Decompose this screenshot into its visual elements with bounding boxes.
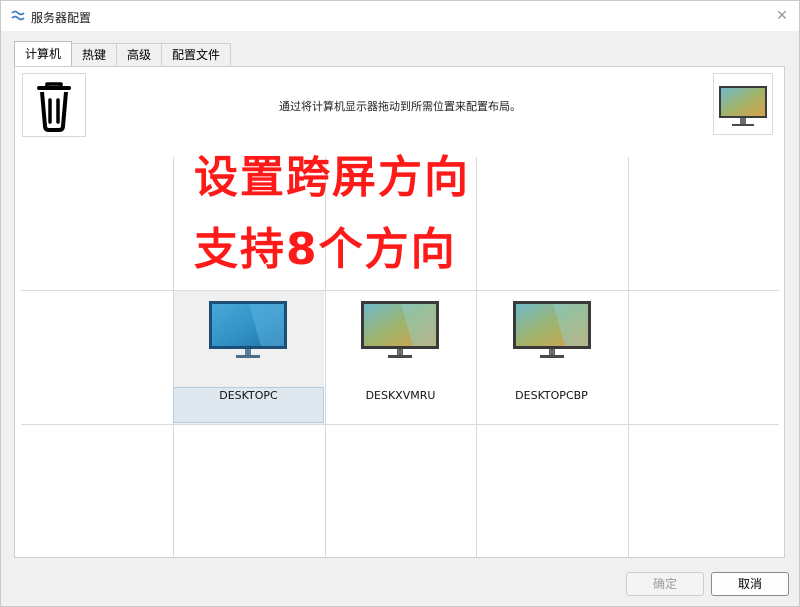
screen-label: DESKXVMRU	[365, 389, 436, 402]
close-icon: ✕	[776, 8, 788, 24]
screen-desktopc[interactable]	[209, 301, 287, 361]
monitor-icon	[209, 301, 287, 358]
monitor-icon	[361, 301, 439, 358]
grid-line	[628, 157, 629, 557]
tab-computer[interactable]: 计算机	[14, 41, 73, 66]
close-button[interactable]: ✕	[773, 7, 791, 25]
promo-overlay-line2: 支持8个方向	[194, 224, 457, 275]
tab-bar: 计算机 热键 高级 配置文件	[14, 41, 232, 67]
grid-line	[173, 157, 174, 557]
screen-label: DESKTOPCBP	[515, 389, 588, 402]
window-title: 服务器配置	[31, 11, 92, 25]
layout-header: 通过将计算机显示器拖动到所需位置来配置布局。	[21, 67, 779, 139]
computer-tab-panel: 通过将计算机显示器拖动到所需位置来配置布局。 DESKTOPC DESKXVMR…	[14, 66, 785, 558]
tab-advanced[interactable]: 高级	[116, 43, 163, 65]
monitor-icon[interactable]	[714, 74, 772, 134]
screen-desktopcbp[interactable]	[513, 301, 591, 361]
app-waves-icon	[11, 10, 25, 21]
monitor-icon	[513, 301, 591, 358]
server-config-window: 服务器配置 ✕ 计算机 热键 高级 配置文件 通过将计算机显示器拖动到所需位置来…	[0, 0, 800, 607]
layout-instruction: 通过将计算机显示器拖动到所需位置来配置布局。	[279, 100, 521, 113]
tab-hotkeys[interactable]: 热键	[71, 43, 118, 65]
tab-config-file[interactable]: 配置文件	[161, 43, 232, 65]
promo-overlay-line1: 设置跨屏方向	[194, 152, 470, 203]
grid-line	[476, 157, 477, 557]
screen-deskxvmru[interactable]	[361, 301, 439, 361]
title-bar[interactable]: 服务器配置 ✕	[1, 1, 799, 31]
cancel-button[interactable]: 取消	[711, 572, 789, 596]
grid-line	[21, 424, 779, 425]
new-monitor-tray[interactable]	[713, 73, 773, 135]
grid-line	[21, 290, 779, 291]
ok-button[interactable]: 确定	[626, 572, 704, 596]
screen-label: DESKTOPC	[219, 389, 278, 402]
